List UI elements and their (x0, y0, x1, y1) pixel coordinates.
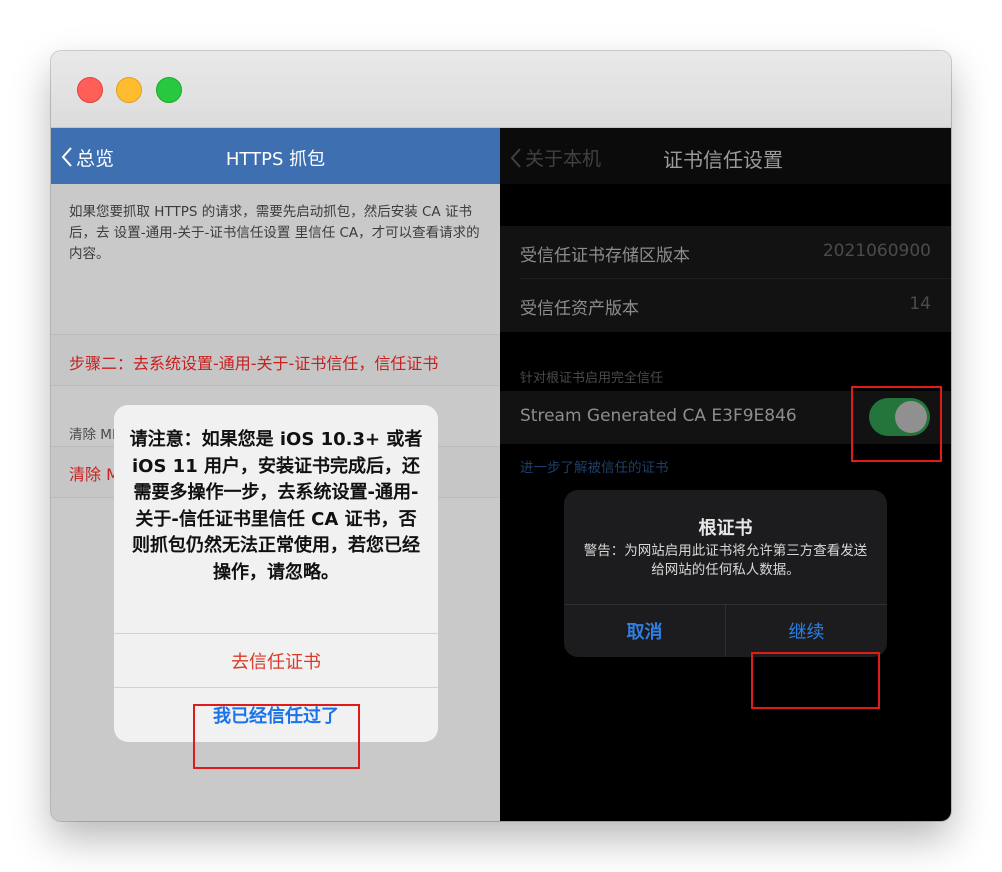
minimize-window-button[interactable] (116, 77, 142, 103)
zoom-window-button[interactable] (156, 77, 182, 103)
row-label: 受信任证书存储区版本 (520, 246, 690, 266)
page-title: HTTPS 抓包 (225, 149, 326, 170)
highlight-box-toggle (851, 386, 942, 462)
trust-store-info-group: 受信任证书存储区版本 2021060900 受信任资产版本 14 (500, 226, 951, 332)
right-nav-bar: 关于本机 证书信任设置 (500, 128, 951, 184)
row-value: 14 (909, 294, 931, 314)
alert-message: 警告：为网站启用此证书将允许第三方查看发送给网站的任何私人数据。 (583, 543, 868, 578)
trust-asset-version-row: 受信任资产版本 14 (500, 279, 951, 332)
notice-alert: 请注意：如果您是 iOS 10.3+ 或者 iOS 11 用户，安装证书完成后，… (114, 405, 438, 742)
ca-name-label: Stream Generated CA E3F9E846 (520, 406, 797, 426)
app-window: 总览 HTTPS 抓包 如果您要抓取 HTTPS 的请求，需要先启动抓包，然后安… (51, 51, 951, 821)
step2-label: 步骤二：去系统设置-通用-关于-证书信任，信任证书 (69, 354, 439, 373)
cancel-button[interactable]: 取消 (564, 605, 725, 657)
root-certificate-alert: 根证书 警告：为网站启用此证书将允许第三方查看发送给网站的任何私人数据。 取消 … (564, 490, 887, 657)
highlight-box-continue-button (751, 652, 880, 709)
alert-title: 根证书 (698, 518, 753, 539)
full-trust-section-header: 针对根证书启用完全信任 (520, 371, 664, 386)
back-label: 关于本机 (525, 148, 602, 170)
left-nav-bar: 总览 HTTPS 抓包 (51, 128, 500, 184)
close-window-button[interactable] (77, 77, 103, 103)
back-to-about-button[interactable]: 关于本机 (510, 144, 601, 171)
trust-store-version-row: 受信任证书存储区版本 2021060900 (500, 226, 951, 279)
continue-button[interactable]: 继续 (726, 605, 887, 657)
learn-more-link[interactable]: 进一步了解被信任的证书 (520, 456, 669, 476)
step2-row[interactable]: 步骤二：去系统设置-通用-关于-证书信任，信任证书 (51, 334, 500, 386)
go-trust-certificate-button[interactable]: 去信任证书 (114, 634, 438, 687)
title-bar (51, 51, 951, 128)
right-panel: 关于本机 证书信任设置 受信任证书存储区版本 2021060900 受信任资产版… (500, 128, 951, 821)
highlight-box-trust-button (193, 704, 360, 769)
chevron-left-icon (510, 147, 521, 168)
row-value: 2021060900 (822, 241, 931, 261)
left-panel: 总览 HTTPS 抓包 如果您要抓取 HTTPS 的请求，需要先启动抓包，然后安… (51, 128, 500, 821)
page-title: 证书信任设置 (663, 148, 783, 172)
https-instructions: 如果您要抓取 HTTPS 的请求，需要先启动抓包，然后安装 CA 证书后，去 设… (69, 204, 480, 262)
notice-message: 请注意：如果您是 iOS 10.3+ 或者 iOS 11 用户，安装证书完成后，… (129, 429, 423, 583)
row-label: 受信任资产版本 (520, 299, 639, 319)
